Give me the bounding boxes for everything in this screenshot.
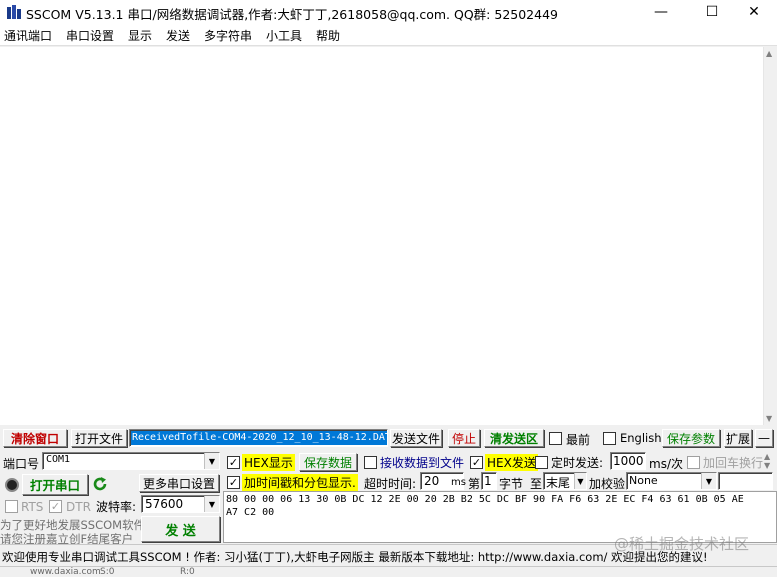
watermark-text: @稀土掘金技术社区 [614, 535, 750, 553]
english-label: English [620, 431, 662, 445]
menu-tools[interactable]: 小工具 [266, 27, 302, 44]
chevron-down-icon[interactable]: ▼ [574, 473, 586, 489]
send-interval-unit: ms/次 [649, 457, 683, 471]
status-text: 欢迎使用专业串口调试工具SSCOM ! 作者: 习小猛(丁丁),大虾电子网版主 … [2, 550, 708, 564]
received-count: R:0 [180, 567, 195, 577]
hex-display-checkbox[interactable]: ✓ [227, 456, 240, 469]
chevron-down-icon[interactable]: ▼ [204, 453, 219, 469]
menu-display[interactable]: 显示 [128, 27, 152, 44]
send-button[interactable]: 发 送 [141, 516, 220, 542]
window-title: SSCOM V5.13.1 串口/网络数据调试器,作者:大虾丁丁,2618058… [26, 7, 558, 22]
port-status-indicator [5, 478, 19, 492]
menu-send[interactable]: 发送 [166, 27, 190, 44]
rts-checkbox[interactable] [5, 500, 18, 513]
send-file-button[interactable]: 发送文件 [390, 429, 442, 447]
menu-comm-port[interactable]: 通讯端口 [4, 27, 52, 44]
baud-select[interactable]: 57600 ▼ [141, 495, 220, 513]
minimize-button[interactable]: — [638, 0, 684, 24]
status-bar: 欢迎使用专业串口调试工具SSCOM ! 作者: 习小猛(丁丁),大虾电子网版主 … [0, 535, 777, 566]
file-path-field[interactable]: ReceivedTofile-COM4-2020_12_10_13-48-12.… [129, 429, 388, 447]
tail-select[interactable]: 末尾 ▼ [543, 472, 587, 490]
dtr-checkbox[interactable]: ✓ [49, 500, 62, 513]
open-port-button[interactable]: 打开串口 [22, 474, 88, 495]
timed-send-checkbox[interactable] [535, 456, 548, 469]
sent-count: S:0 [100, 567, 115, 577]
port-label: 端口号 [3, 457, 40, 471]
stop-button[interactable]: 停止 [448, 429, 480, 447]
sscom-app-icon [7, 5, 21, 19]
menu-serial-settings[interactable]: 串口设置 [66, 27, 114, 44]
title-bar[interactable]: SSCOM V5.13.1 串口/网络数据调试器,作者:大虾丁丁,2618058… [0, 0, 777, 24]
timeout-unit: ms [451, 477, 466, 488]
open-file-button[interactable]: 打开文件 [71, 429, 127, 447]
dtr-label: DTR [66, 500, 91, 514]
send-interval-input[interactable]: 1000 [610, 452, 646, 470]
close-button[interactable]: ✕ [731, 0, 777, 24]
port-select[interactable]: COM1 ▼ [42, 452, 220, 470]
save-params-button[interactable]: 保存参数 [662, 429, 720, 447]
expand-button[interactable]: 扩展 [724, 429, 752, 447]
timestamp-checkbox[interactable]: ✓ [227, 476, 240, 489]
checksum-label: 加校验 [589, 477, 626, 491]
checksum-select[interactable]: None ▼ [626, 472, 717, 490]
collapse-button[interactable]: — [755, 429, 773, 447]
timed-send-label: 定时发送: [551, 456, 604, 470]
send-options-scroll[interactable]: ▲ ▼ [764, 452, 777, 470]
hex-send-label: HEX发送 [485, 454, 538, 471]
rts-label: RTS [21, 500, 44, 514]
clear-window-button[interactable]: 清除窗口 [3, 429, 67, 447]
chevron-down-icon[interactable]: ▼ [701, 473, 716, 489]
bottom-status-strip: www.daxia.com S:0 R:0 [0, 566, 777, 577]
hex-send-checkbox[interactable]: ✓ [470, 456, 483, 469]
refresh-icon[interactable] [92, 476, 108, 492]
save-data-button[interactable]: 保存数据 [299, 453, 357, 471]
checksum-result-field[interactable] [718, 472, 773, 490]
send-data-line-2: A7 C2 00 [226, 507, 275, 518]
menu-bar: 通讯端口 串口设置 显示 发送 多字符串 小工具 帮助 [0, 24, 777, 46]
maximize-button[interactable]: ☐ [689, 0, 735, 24]
more-serial-settings-button[interactable]: 更多串口设置 [139, 474, 219, 492]
clear-send-button[interactable]: 清发送区 [484, 429, 544, 447]
timeout-label: 超时时间: [364, 477, 417, 491]
scroll-down-icon[interactable]: ▼ [766, 414, 772, 423]
byte-prefix-label: 第 [468, 477, 481, 491]
english-checkbox[interactable] [603, 432, 616, 445]
hex-display-label: HEX显示 [242, 454, 295, 471]
recv-to-file-checkbox[interactable] [364, 456, 377, 469]
menu-help[interactable]: 帮助 [316, 27, 340, 44]
topmost-checkbox[interactable] [549, 432, 562, 445]
chevron-down-icon[interactable]: ▼ [204, 496, 219, 512]
topmost-label: 最前 [566, 433, 591, 447]
scroll-up-icon[interactable]: ▲ [766, 49, 772, 58]
byte-index-input[interactable]: 1 [481, 472, 497, 490]
menu-multi-string[interactable]: 多字符串 [204, 27, 252, 44]
receive-area[interactable] [0, 47, 763, 425]
recv-to-file-label: 接收数据到文件 [380, 456, 465, 470]
add-newline-label: 加回车换行 [703, 456, 764, 470]
receive-scrollbar[interactable]: ▲ ▼ [763, 47, 777, 425]
baud-label: 波特率: [96, 500, 137, 514]
to-label: 至 [530, 477, 543, 491]
site-label: www.daxia.com [30, 567, 101, 577]
add-newline-checkbox[interactable] [687, 456, 700, 469]
send-data-line-1: 80 00 00 06 13 30 0B DC 12 2E 00 20 2B B… [226, 494, 744, 505]
timestamp-label: 加时间戳和分包显示. [242, 474, 358, 491]
byte-suffix-label: 字节 [499, 477, 524, 491]
